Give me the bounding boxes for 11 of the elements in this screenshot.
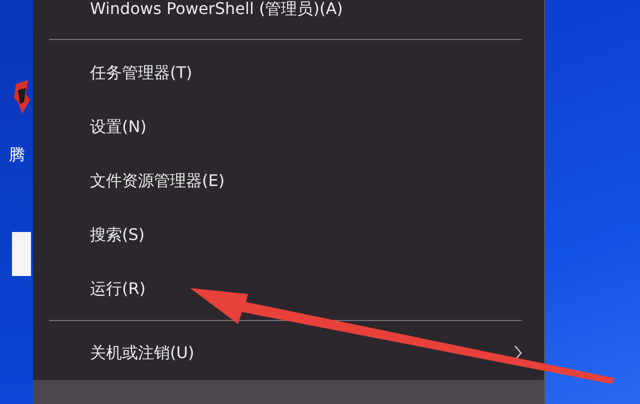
icon-label[interactable]: 腾 <box>9 146 25 164</box>
menu-item[interactable]: 设置(N) <box>33 100 544 154</box>
menu-item[interactable]: 搜索(S) <box>33 208 544 262</box>
menu-item[interactable]: 关机或注销(U) <box>33 326 544 380</box>
menu-item[interactable]: 运行(R) <box>33 262 544 316</box>
menu-item[interactable]: 任务管理器(T) <box>33 46 544 100</box>
file-icon[interactable] <box>12 232 31 276</box>
menu-item[interactable]: Windows PowerShell (管理员)(A) <box>33 0 544 18</box>
menu-item[interactable]: 文件资源管理器(E) <box>33 154 544 208</box>
chevron-right-icon <box>514 345 522 361</box>
app-icon[interactable] <box>14 80 30 114</box>
